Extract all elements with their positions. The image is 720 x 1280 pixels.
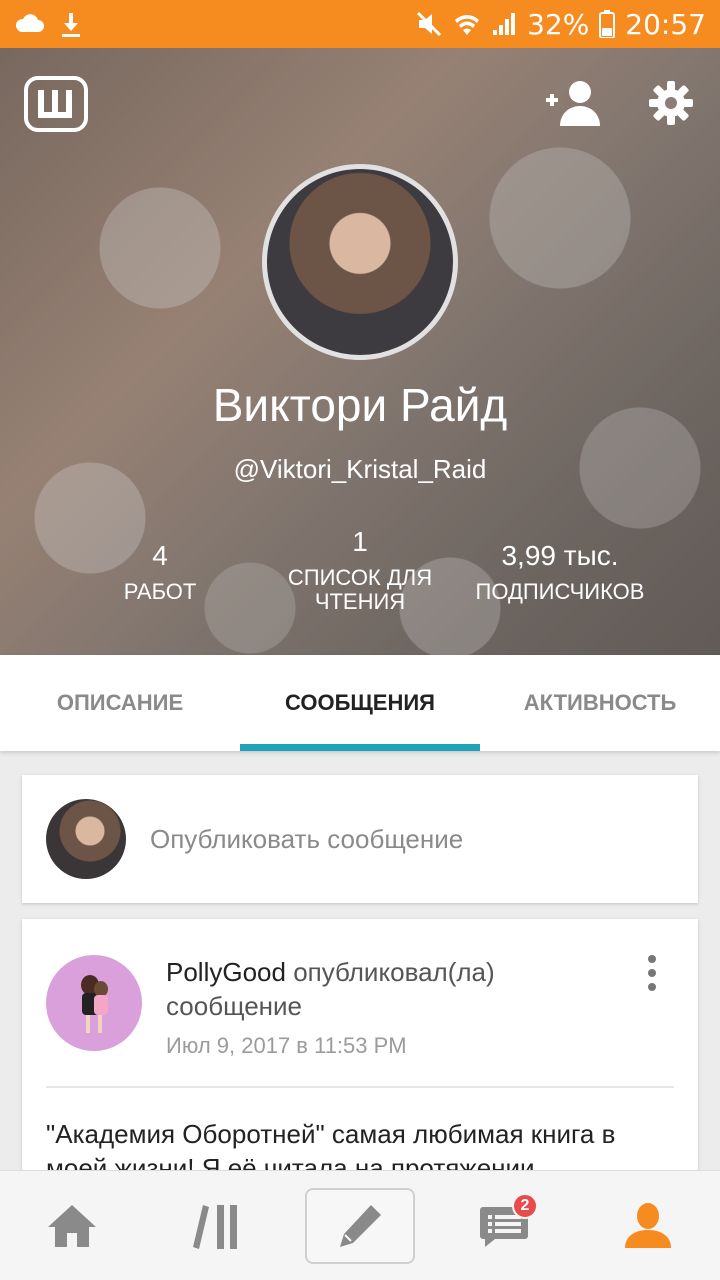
cloud-icon (16, 14, 44, 32)
profile-header: Виктори Райд @Viktori_Kristal_Raid 4 РАБ… (0, 48, 720, 655)
stat-followers-value: 3,99 тыс. (501, 540, 619, 571)
wattpad-logo-icon[interactable] (24, 76, 88, 132)
tab-messages[interactable]: СООБЩЕНИЯ (240, 655, 480, 751)
status-bar: 32% 20:57 (0, 0, 720, 48)
post-author-name[interactable]: PollyGood (166, 957, 286, 987)
post-header: PollyGood опубликовал(ла) сообщение (166, 955, 606, 1023)
mute-icon (417, 11, 442, 37)
battery-icon (599, 10, 616, 38)
post-author-avatar[interactable] (46, 955, 142, 1051)
profile-handle: @Viktori_Kristal_Raid (233, 454, 487, 484)
battery-percent: 32% (527, 7, 590, 41)
post-timestamp: Июл 9, 2017 в 11:53 PM (166, 1033, 407, 1058)
profile-avatar[interactable] (262, 164, 458, 360)
stat-followers[interactable]: 3,99 тыс. ПОДПИСЧИКОВ (460, 540, 660, 604)
tab-activity[interactable]: АКТИВНОСТЬ (480, 655, 720, 751)
compose-message-input[interactable]: Опубликовать сообщение (150, 824, 463, 855)
stat-reading-list-value: 1 (352, 526, 368, 557)
profile-icon (625, 1202, 671, 1248)
bottom-navigation: 2 (0, 1170, 720, 1280)
clock: 20:57 (625, 7, 706, 41)
library-icon (193, 1204, 237, 1249)
download-icon (62, 13, 80, 37)
home-icon (48, 1204, 96, 1247)
nav-write[interactable] (288, 1171, 432, 1280)
wifi-icon (455, 15, 480, 35)
pencil-icon (340, 1204, 381, 1247)
post-divider (46, 1086, 674, 1088)
profile-tabs: ОПИСАНИЕ СООБЩЕНИЯ АКТИВНОСТЬ (0, 655, 720, 751)
nav-profile[interactable] (576, 1171, 720, 1280)
stat-reading-list[interactable]: 1 СПИСОК ДЛЯ ЧТЕНИЯ (270, 526, 450, 614)
nav-library[interactable] (144, 1171, 288, 1280)
settings-gear-icon[interactable] (648, 80, 694, 126)
nav-messages[interactable]: 2 (432, 1171, 576, 1280)
stat-followers-label: ПОДПИСЧИКОВ (475, 579, 645, 604)
signal-icon (493, 13, 516, 35)
profile-name: Виктори Райд (212, 379, 508, 431)
stat-works-value: 4 (152, 540, 168, 571)
compose-message-card[interactable]: Опубликовать сообщение (22, 775, 698, 903)
add-friend-icon[interactable] (544, 78, 602, 128)
tab-description[interactable]: ОПИСАНИЕ (0, 655, 240, 751)
message-post-card: PollyGood опубликовал(ла) сообщение Июл … (22, 919, 698, 1183)
user-avatar (46, 799, 126, 879)
stat-works[interactable]: 4 РАБОТ (100, 540, 220, 604)
stat-works-label: РАБОТ (123, 579, 197, 604)
nav-home[interactable] (0, 1171, 144, 1280)
messages-badge: 2 (512, 1192, 538, 1219)
write-button[interactable] (305, 1187, 415, 1264)
more-options-icon[interactable] (642, 953, 662, 993)
stat-reading-list-label: СПИСОК ДЛЯ ЧТЕНИЯ (287, 565, 433, 615)
